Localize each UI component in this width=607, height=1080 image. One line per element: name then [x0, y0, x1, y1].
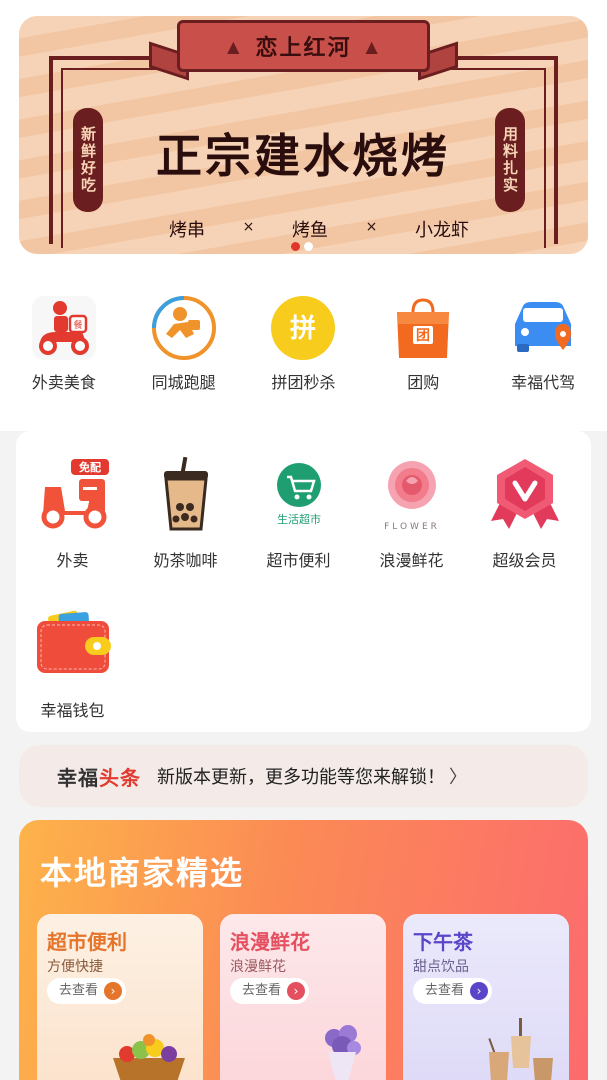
separator: × — [365, 219, 378, 235]
headline-brand: 幸福头条 — [57, 762, 141, 791]
nav-label: 团购 — [407, 373, 440, 392]
scooter-icon: 免配 — [35, 457, 111, 533]
flame-icon: ▲ — [365, 36, 380, 56]
card-title: 浪漫鲜花 — [230, 930, 310, 954]
car-icon — [508, 293, 578, 363]
group-buy-icon: 拼 — [268, 293, 338, 363]
card-title: 下午茶 — [413, 930, 473, 954]
banner-section: ▲ 恋上红河 ▲ 新鲜好吃 用料扎实 正宗建水烧烤 烤串 × 烤鱼 × 小龙虾 — [0, 0, 607, 273]
nav-label: 幸福代驾 — [511, 373, 576, 392]
bubble-tea-icon — [148, 457, 224, 533]
services-card: 免配 外卖 奶茶咖啡 生活超市 超市便利 FLOWER 浪漫鲜花 超级会员 幸福… — [16, 431, 591, 732]
banner-pagination — [291, 242, 313, 251]
separator: × — [242, 219, 255, 235]
services-row: 免配 外卖 奶茶咖啡 生活超市 超市便利 FLOWER 浪漫鲜花 超级会员 — [16, 457, 581, 571]
service-tea-coffee[interactable]: 奶茶咖啡 — [129, 457, 242, 571]
banner-ribbon: ▲ 恋上红河 ▲ — [177, 20, 430, 72]
nav-group-buy[interactable]: 团 团购 — [367, 293, 480, 431]
nav-errand[interactable]: 同城跑腿 — [127, 293, 240, 431]
nav-label: 同城跑腿 — [151, 373, 216, 392]
nav-group-flash-sale[interactable]: 拼 拼团秒杀 — [247, 293, 360, 431]
view-button-label: 去查看 — [425, 983, 465, 998]
service-flowers[interactable]: FLOWER 浪漫鲜花 — [355, 457, 468, 571]
view-button[interactable]: 去查看 › — [413, 978, 493, 1004]
runner-icon — [149, 293, 219, 363]
supermarket-cart-icon: 生活超市 — [261, 457, 337, 533]
ribbon-text: 恋上红河 — [255, 36, 352, 61]
service-supermarket[interactable]: 生活超市 超市便利 — [242, 457, 355, 571]
card-subtitle: 方便快捷 — [47, 959, 103, 975]
services-row: 幸福钱包 — [16, 607, 129, 721]
chevron-right-icon: › — [287, 982, 306, 1000]
headline-text: 新版本更新，更多功能等您来解锁！ — [157, 767, 445, 788]
service-super-vip[interactable]: 超级会员 — [468, 457, 581, 571]
nav-label: 拼团秒杀 — [271, 373, 336, 392]
fruit-basket-image — [113, 1034, 185, 1080]
local-merchants-section: 本地商家精选 超市便利 方便快捷 去查看 › 浪漫鲜花 浪漫鲜花 去查看 › 下… — [19, 820, 588, 1080]
chevron-right-icon: 〉 — [449, 767, 467, 788]
merchant-card-flowers[interactable]: 浪漫鲜花 浪漫鲜花 去查看 › — [220, 914, 386, 1080]
chevron-right-icon: › — [470, 982, 489, 1000]
nav-designated-driver[interactable]: 幸福代驾 — [487, 293, 600, 431]
scooter-delivery-icon: 餐 — [29, 293, 99, 363]
banner-right-tag: 用料扎实 — [495, 108, 525, 212]
section-title: 本地商家精选 — [40, 854, 245, 892]
service-wallet[interactable]: 幸福钱包 — [16, 607, 129, 721]
view-button[interactable]: 去查看 › — [230, 978, 310, 1004]
merchant-card-supermarket[interactable]: 超市便利 方便快捷 去查看 › — [37, 914, 203, 1080]
service-label: 幸福钱包 — [40, 701, 105, 720]
service-label: 超市便利 — [266, 551, 331, 570]
service-takeout[interactable]: 免配 外卖 — [16, 457, 129, 571]
supermarket-sub: 生活超市 — [277, 512, 321, 526]
svg-text:拼: 拼 — [290, 314, 316, 344]
chevron-right-icon: › — [104, 982, 123, 1000]
card-subtitle: 浪漫鲜花 — [230, 959, 286, 975]
banner-left-tag: 新鲜好吃 — [73, 108, 103, 212]
service-label: 超级会员 — [492, 551, 557, 570]
banner-title: 正宗建水烧烤 — [156, 129, 450, 183]
nav-takeout-food[interactable]: 餐 外卖美食 — [7, 293, 120, 431]
headline-brand-a: 幸福 — [57, 765, 99, 790]
flower-sub: FLOWER — [384, 522, 440, 532]
svg-text:团: 团 — [416, 328, 430, 344]
nav-label: 外卖美食 — [31, 373, 96, 392]
view-button[interactable]: 去查看 › — [47, 978, 127, 1004]
svg-text:餐: 餐 — [73, 319, 82, 331]
rose-icon: FLOWER — [374, 457, 450, 533]
banner-item: 烤鱼 — [291, 220, 328, 241]
service-label: 奶茶咖啡 — [153, 551, 218, 570]
pagination-dot[interactable] — [304, 242, 313, 251]
view-button-label: 去查看 — [242, 983, 282, 998]
wallet-icon — [35, 607, 111, 683]
flame-icon: ▲ — [227, 36, 242, 56]
shopping-bag-icon: 团 — [388, 293, 458, 363]
view-button-label: 去查看 — [59, 983, 99, 998]
banner-items: 烤串 × 烤鱼 × 小龙虾 — [169, 216, 469, 242]
pagination-dot-active[interactable] — [291, 242, 300, 251]
service-label: 外卖 — [56, 551, 89, 570]
drinks-image — [488, 1018, 553, 1080]
promo-banner[interactable]: ▲ 恋上红河 ▲ 新鲜好吃 用料扎实 正宗建水烧烤 烤串 × 烤鱼 × 小龙虾 — [19, 16, 588, 254]
merchant-card-afternoon-tea[interactable]: 下午茶 甜点饮品 去查看 › — [403, 914, 569, 1080]
card-title: 超市便利 — [47, 930, 127, 954]
banner-item: 烤串 — [169, 220, 205, 241]
headline-brand-b: 头条 — [99, 765, 141, 790]
news-headline-bar[interactable]: 幸福头条 新版本更新，更多功能等您来解锁！ 〉 — [19, 745, 588, 807]
vip-badge-icon — [487, 457, 563, 533]
top-nav: 餐 外卖美食 同城跑腿 拼 拼团秒杀 团 团购 幸福代驾 — [0, 273, 607, 431]
card-subtitle: 甜点饮品 — [413, 959, 469, 975]
service-label: 浪漫鲜花 — [379, 551, 444, 570]
banner-item: 小龙虾 — [414, 220, 469, 241]
svg-text:免配: 免配 — [79, 460, 101, 474]
bouquet-image — [325, 1025, 361, 1080]
